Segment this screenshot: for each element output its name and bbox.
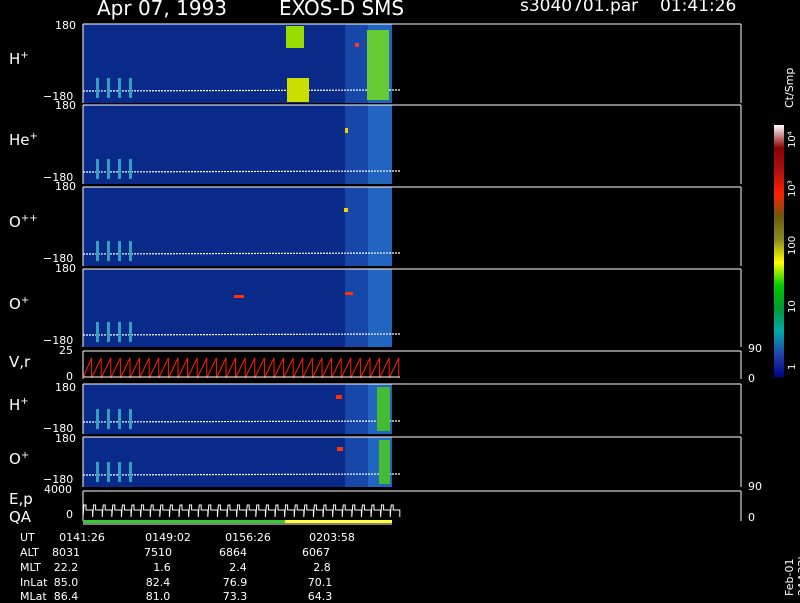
data-spike [107, 159, 110, 179]
ephemeris-label: UT [20, 531, 35, 544]
tick-top: 180 [55, 180, 76, 193]
qa-bar-yellow [285, 520, 392, 523]
ephemeris-value: 0149:02 [145, 531, 191, 544]
data-spike [96, 241, 99, 261]
tick-top: 180 [55, 19, 76, 32]
ephemeris-value: 2.4 [229, 561, 247, 574]
right-tick-mid: 90 [748, 342, 762, 355]
ephemeris-value: 81.0 [145, 590, 171, 603]
activity-band [368, 105, 392, 184]
colorbar [774, 125, 784, 377]
colorbar-tick: 10⁴ [787, 131, 798, 148]
tick-top: 4000 [44, 483, 72, 496]
ephemeris-value: 64.3 [307, 590, 333, 603]
tick-top: 180 [55, 381, 76, 394]
ephemeris-value: 86.4 [53, 590, 79, 603]
data-spike [129, 322, 132, 342]
data-spike [118, 409, 121, 429]
tick-top: 180 [55, 432, 76, 445]
right-tick-bottom: 0 [748, 511, 755, 524]
data-spike [96, 159, 99, 179]
data-spike [118, 322, 121, 342]
data-spike [129, 409, 132, 429]
panel-label-vr: V,r [9, 353, 31, 371]
data-spike [129, 78, 132, 98]
data-spike [129, 159, 132, 179]
h-plus-dot [336, 395, 342, 399]
footer-id: Feb-01 2AA32L [783, 553, 800, 596]
o-plus-dot [234, 295, 244, 298]
ephemeris-value: 70.1 [307, 576, 333, 589]
right-tick-mid: 90 [748, 480, 762, 493]
ephemeris-value: 6067 [302, 546, 330, 559]
data-spike [96, 409, 99, 429]
data-spike [129, 241, 132, 261]
he-plus-dot [345, 128, 348, 133]
data-spike [96, 78, 99, 98]
data-spike [118, 159, 121, 179]
tick-top: 180 [55, 99, 76, 112]
ephemeris-value: 82.4 [145, 576, 171, 589]
panel-label-he-plus: He+ [9, 131, 38, 149]
tick-top: 25 [59, 344, 73, 357]
ephemeris-value: 76.9 [222, 576, 248, 589]
o-plus-dot [337, 447, 343, 451]
colorbar-tick: 10³ [787, 180, 798, 197]
spectrogram-plot [82, 23, 742, 525]
ephemeris-value: 73.3 [222, 590, 248, 603]
data-spike [107, 322, 110, 342]
ephemeris-value: 22.2 [53, 561, 79, 574]
data-spike [107, 462, 110, 482]
ephemeris-value: 0203:58 [309, 531, 355, 544]
h-plus-band [377, 387, 390, 431]
h-plus-band [367, 30, 389, 100]
ephemeris-value: 7510 [144, 546, 172, 559]
colorbar-label: Ct/Smp [783, 67, 796, 108]
panel-label-o-plus-2: O+ [9, 450, 30, 468]
data-spike [107, 409, 110, 429]
qa-bar-green [83, 520, 285, 523]
panel-label-o-plus-plus: O++ [9, 213, 38, 231]
colorbar-tick: 100 [787, 235, 798, 255]
activity-band [368, 187, 392, 266]
panel-label-h-plus-1: H+ [9, 50, 29, 68]
ephemeris-value: 85.0 [53, 576, 79, 589]
panel-label-o-plus-1: O+ [9, 295, 30, 313]
data-spike [107, 241, 110, 261]
h-plus-hotspot [287, 78, 309, 102]
data-spike [118, 462, 121, 482]
h-plus-hotspot [286, 26, 304, 48]
panel-label-qa: QA [9, 508, 32, 526]
ephemeris-value: 1.6 [153, 561, 171, 574]
data-spike [129, 462, 132, 482]
o-plus-plus-dot [344, 208, 348, 212]
data-spike [96, 322, 99, 342]
activity-band [368, 269, 392, 347]
o-plus-band [379, 440, 390, 484]
panel-label-h-plus-2: H+ [9, 396, 29, 414]
ephemeris-value: 0141:26 [59, 531, 105, 544]
data-spike [118, 241, 121, 261]
ephemeris-value: 6864 [219, 546, 247, 559]
data-spike [118, 78, 121, 98]
right-tick-bottom: 0 [748, 372, 755, 385]
tick-bottom: 0 [66, 508, 73, 521]
data-spike [107, 78, 110, 98]
tick-top: 180 [55, 262, 76, 275]
ephemeris-value: 2.8 [313, 561, 331, 574]
h-plus-dot [355, 43, 359, 47]
data-spike [96, 462, 99, 482]
ephemeris-value: 8031 [52, 546, 80, 559]
o-plus-dot [345, 292, 353, 295]
colorbar-tick: 1 [787, 363, 798, 370]
panel-label-ep: E,p [9, 490, 33, 508]
ephemeris-value: 0156:26 [225, 531, 271, 544]
colorbar-tick: 10 [787, 300, 798, 313]
